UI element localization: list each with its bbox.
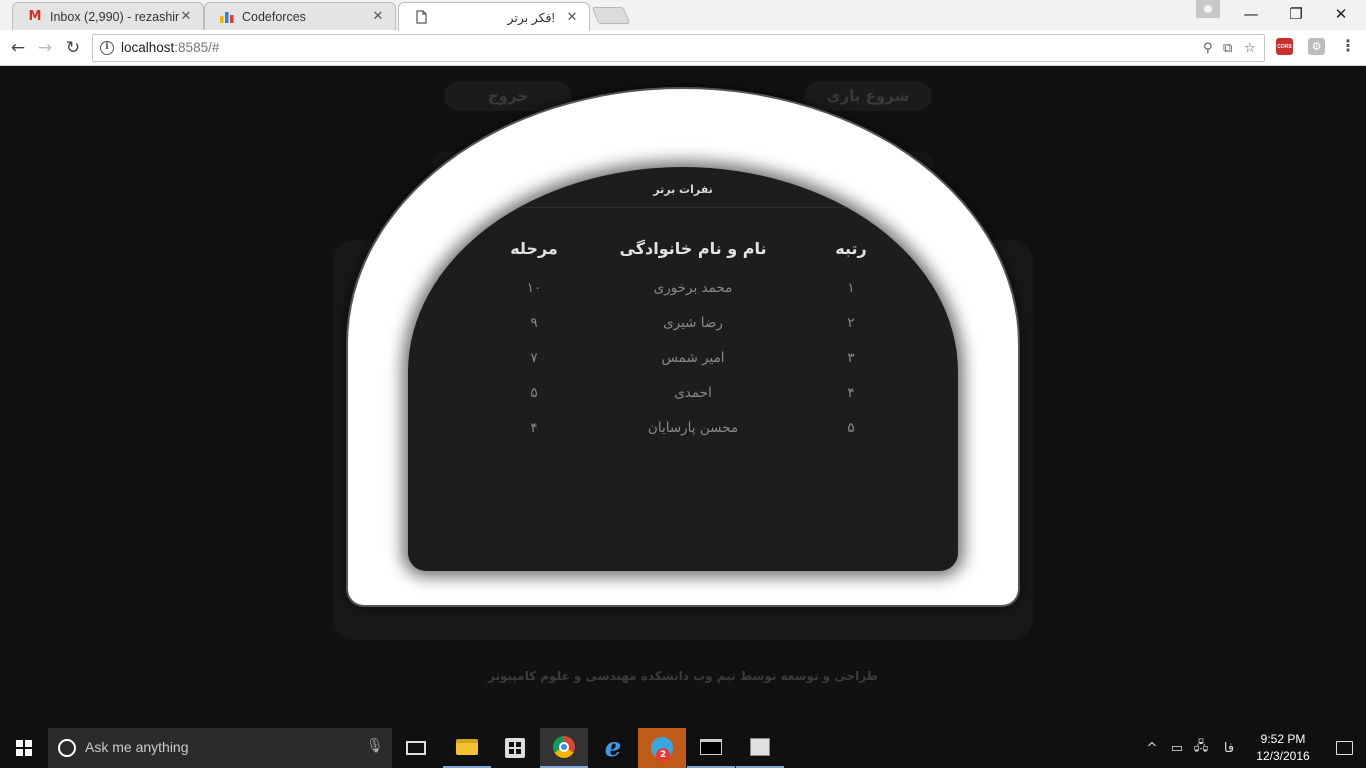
rank-cell: ۳ [847, 350, 855, 366]
table-row: ۵ محسن پارسایان ۴ [408, 417, 958, 452]
battery-icon[interactable]: ▭ [1166, 728, 1188, 768]
clock-date: 12/3/2016 [1256, 749, 1310, 763]
windows-taskbar: Ask me anything 🎙 e 2 ^ ▭ 🖧 فا 9:52 PM 1… [0, 728, 1366, 768]
new-tab-button[interactable] [591, 7, 631, 24]
language-indicator[interactable]: فا [1216, 728, 1242, 768]
header-level: مرحله [510, 239, 558, 258]
header-rank: رتبه [835, 239, 867, 258]
forward-arrow-icon[interactable]: → [33, 36, 57, 60]
clock-time: 9:52 PM [1260, 732, 1306, 746]
star-icon[interactable]: ☆ [1244, 41, 1256, 56]
action-center-button[interactable] [1322, 728, 1366, 768]
close-icon[interactable]: ✕ [565, 10, 579, 25]
info-icon[interactable]: i [100, 41, 114, 55]
tab-codeforces[interactable]: Codeforces ✕ [204, 2, 396, 30]
rank-cell: ۱ [847, 280, 855, 296]
tab-title: Inbox (2,990) - rezashiri8 [50, 9, 179, 24]
translate-icon[interactable]: ⧉ [1223, 41, 1232, 56]
level-cell: ۹ [530, 315, 538, 331]
reload-icon[interactable]: ↻ [61, 36, 85, 60]
tab-title: Codeforces [242, 9, 306, 24]
task-view-button[interactable] [392, 728, 440, 768]
leaderboard-modal: نفرات برتر رتبه نام و نام خانوادگی مرحله… [408, 167, 958, 571]
microphone-icon[interactable]: 🎙 [366, 738, 384, 754]
footer-credit: طراحی و توسعه توسط تیم وب دانشکده مهندسی… [488, 669, 878, 683]
task-view-icon [406, 741, 426, 755]
notification-icon [1335, 741, 1353, 755]
windows-logo-icon [16, 740, 32, 756]
leaderboard-table: رتبه نام و نام خانوادگی مرحله ۱ محمد برخ… [408, 239, 958, 452]
search-placeholder: Ask me anything [85, 739, 189, 755]
show-hidden-icons-chevron-icon[interactable]: ^ [1142, 728, 1162, 768]
level-cell: ۱۰ [526, 280, 542, 296]
extension-icon[interactable]: ⚙ [1308, 38, 1325, 55]
header-name: نام و نام خانوادگی [619, 239, 767, 258]
browser-tab-strip: M Inbox (2,990) - rezashiri8 ✕ Codeforce… [0, 0, 1366, 31]
cors-extension-icon[interactable]: CORS [1276, 38, 1293, 55]
menu-icon[interactable]: ⋮ [1340, 36, 1356, 55]
name-cell: محمد برخوری [653, 280, 733, 296]
back-arrow-icon[interactable]: ← [6, 36, 30, 60]
internet-explorer-icon: e [604, 733, 622, 763]
start-button[interactable] [0, 728, 48, 768]
cortana-search-box[interactable]: Ask me anything 🎙 [48, 728, 392, 768]
close-icon[interactable]: ✕ [179, 9, 193, 24]
browser-toolbar: ← → ↻ i localhost:8585/# ⚲ ⧉ ☆ CORS ⚙ ⋮ [0, 30, 1366, 66]
rank-cell: ۴ [847, 385, 855, 401]
key-icon[interactable]: ⚲ [1203, 41, 1213, 56]
level-cell: ۷ [530, 350, 538, 366]
app-window-button[interactable] [736, 728, 784, 768]
tab-active-page[interactable]: فکر برتر! ✕ [398, 2, 590, 31]
chrome-button[interactable] [540, 728, 588, 768]
cortana-icon [58, 739, 76, 757]
level-cell: ۵ [530, 385, 538, 401]
codeforces-icon [219, 9, 235, 25]
clock[interactable]: 9:52 PM 12/3/2016 [1248, 731, 1318, 765]
table-row: ۴ احمدی ۵ [408, 382, 958, 417]
tab-gmail[interactable]: M Inbox (2,990) - rezashiri8 ✕ [12, 2, 204, 30]
telegram-badge: 2 [656, 748, 670, 762]
close-icon[interactable]: ✕ [371, 9, 385, 24]
store-button[interactable] [491, 728, 539, 768]
store-icon [505, 738, 525, 758]
table-row: ۳ امیر شمس ۷ [408, 347, 958, 382]
gmail-icon: M [28, 9, 42, 24]
rank-cell: ۵ [847, 420, 855, 436]
network-icon[interactable]: 🖧 [1190, 728, 1212, 768]
application-icon [750, 738, 770, 756]
terminal-icon [700, 739, 722, 755]
name-cell: رضا شیری [663, 315, 723, 331]
modal-title: نفرات برتر [408, 167, 958, 208]
name-cell: امیر شمس [661, 350, 725, 366]
start-game-button[interactable]: شروع بازی [804, 81, 932, 111]
table-header: رتبه نام و نام خانوادگی مرحله [408, 239, 958, 277]
url-text: localhost:8585/# [121, 40, 220, 55]
chrome-icon [553, 736, 575, 758]
minimize-button[interactable]: — [1228, 0, 1274, 28]
page-icon [413, 9, 429, 25]
rank-cell: ۲ [847, 315, 855, 331]
user-profile-icon[interactable] [1196, 0, 1220, 18]
name-cell: محسن پارسایان [647, 420, 739, 436]
command-prompt-button[interactable] [687, 728, 735, 768]
folder-icon [456, 739, 478, 755]
tab-title: فکر برتر! [507, 10, 556, 25]
table-row: ۱ محمد برخوری ۱۰ [408, 277, 958, 312]
file-explorer-button[interactable] [443, 728, 491, 768]
internet-explorer-button[interactable]: e [589, 728, 637, 768]
restore-button[interactable]: ❐ [1273, 0, 1319, 28]
address-bar[interactable]: i localhost:8585/# ⚲ ⧉ ☆ [92, 34, 1265, 62]
exit-button[interactable]: خروج [444, 81, 572, 111]
page-content: خروج شروع بازی طراحی و توسعه توسط تیم وب… [0, 67, 1366, 728]
name-cell: احمدی [674, 385, 712, 401]
close-window-button[interactable]: ✕ [1318, 0, 1364, 28]
level-cell: ۴ [530, 420, 538, 436]
table-row: ۲ رضا شیری ۹ [408, 312, 958, 347]
